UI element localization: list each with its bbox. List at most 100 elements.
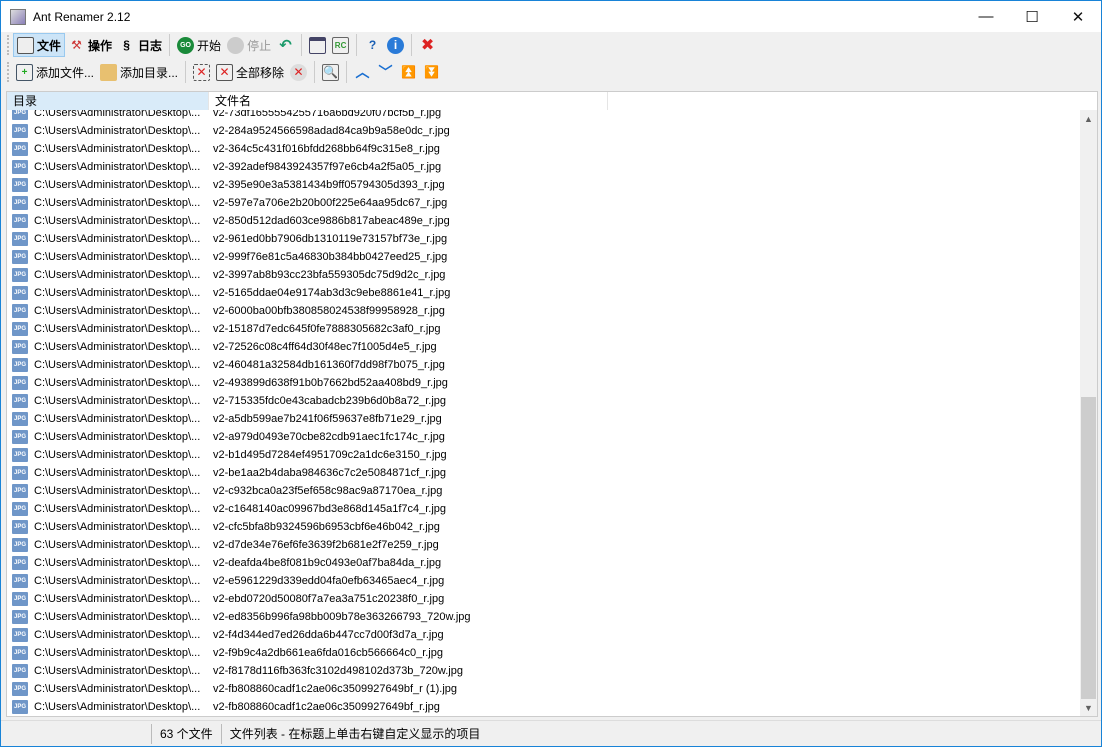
file-row[interactable]: JPG C:\Users\Administrator\Desktop\... v2-… [7, 536, 1081, 554]
file-row[interactable]: JPG C:\Users\Administrator\Desktop\... v2-… [7, 212, 1081, 230]
move-bottom-button[interactable]: ⏬ [420, 60, 443, 84]
remove-dead-button[interactable]: ✕ [287, 60, 310, 84]
file-row[interactable]: JPG C:\Users\Administrator\Desktop\... v2-… [7, 446, 1081, 464]
filename-cell: v2-f8178d116fb363fc3102d498102d373b_720w… [213, 665, 463, 677]
column-header-directory[interactable]: 目录 [7, 92, 209, 110]
file-row[interactable]: JPG C:\Users\Administrator\Desktop\... v2-… [7, 590, 1081, 608]
directory-cell: C:\Users\Administrator\Desktop\... [34, 701, 201, 713]
filename-cell: v2-284a9524566598adad84ca9b9a58e0dc_r.jp… [213, 125, 450, 137]
separator [314, 61, 316, 83]
file-row[interactable]: JPG C:\Users\Administrator\Desktop\... v2-… [7, 266, 1081, 284]
add-files-button[interactable]: + 添加文件... [13, 60, 97, 84]
move-up-button[interactable]: ︿ [351, 60, 374, 84]
move-top-button[interactable]: ⏫ [397, 60, 420, 84]
separator [411, 34, 413, 56]
jpg-file-icon: JPG [12, 700, 28, 714]
file-row[interactable]: JPG C:\Users\Administrator\Desktop\... v2-… [7, 392, 1081, 410]
file-row[interactable]: JPG C:\Users\Administrator\Desktop\... v2-… [7, 500, 1081, 518]
file-row[interactable]: JPG C:\Users\Administrator\Desktop\... v2-… [7, 374, 1081, 392]
file-row[interactable]: JPG C:\Users\Administrator\Desktop\... v2-… [7, 410, 1081, 428]
undo-button[interactable]: ↶ [274, 33, 297, 57]
file-row[interactable]: JPG C:\Users\Administrator\Desktop\... v2-… [7, 140, 1081, 158]
window-button[interactable] [306, 33, 329, 57]
separator [346, 61, 348, 83]
file-row[interactable]: JPG C:\Users\Administrator\Desktop\... v2-… [7, 158, 1081, 176]
filename-cell: v2-a979d0493e70cbe82cdb91aec1fc174c_r.jp… [213, 431, 445, 443]
actions-label: 操作 [88, 38, 113, 53]
start-button[interactable]: GO 开始 [174, 33, 224, 57]
maximize-button[interactable]: ☐ [1009, 1, 1055, 32]
close-button[interactable]: ✕ [1055, 1, 1101, 32]
move-down-button[interactable]: ﹀ [374, 60, 397, 84]
file-row[interactable]: JPG C:\Users\Administrator\Desktop\... v2-… [7, 176, 1081, 194]
folder-icon [100, 63, 118, 81]
search-button[interactable]: 🔍 [319, 60, 342, 84]
file-row[interactable]: JPG C:\Users\Administrator\Desktop\... v2-… [7, 194, 1081, 212]
directory-cell: C:\Users\Administrator\Desktop\... [34, 521, 201, 533]
scroll-thumb[interactable] [1081, 397, 1096, 699]
column-header-filename[interactable]: 文件名 [209, 92, 608, 110]
add-files-label: 添加文件... [36, 65, 95, 80]
jpg-file-icon: JPG [12, 412, 28, 426]
file-row[interactable]: JPG C:\Users\Administrator\Desktop\... v2-… [7, 338, 1081, 356]
stop-label: 停止 [247, 38, 272, 53]
file-row[interactable]: JPG C:\Users\Administrator\Desktop\... v2-… [7, 644, 1081, 662]
directory-cell: C:\Users\Administrator\Desktop\... [34, 161, 201, 173]
file-row[interactable]: JPG C:\Users\Administrator\Desktop\... v2-… [7, 482, 1081, 500]
file-row[interactable]: JPG C:\Users\Administrator\Desktop\... v2-… [7, 554, 1081, 572]
jpg-file-icon: JPG [12, 394, 28, 408]
filename-cell: v2-72526c08c4ff64d30f48ec7f1005d4e5_r.jp… [213, 341, 437, 353]
directory-cell: C:\Users\Administrator\Desktop\... [34, 395, 201, 407]
add-folder-button[interactable]: 添加目录... [97, 60, 181, 84]
directory-cell: C:\Users\Administrator\Desktop\... [34, 503, 201, 515]
file-row[interactable]: JPG C:\Users\Administrator\Desktop\... v2-… [7, 518, 1081, 536]
file-row[interactable]: JPG C:\Users\Administrator\Desktop\... v2-… [7, 698, 1081, 716]
vertical-scrollbar[interactable]: ▲ ▼ [1080, 110, 1097, 716]
scroll-up-arrow[interactable]: ▲ [1080, 110, 1097, 127]
files-tab-button[interactable]: 文件 [13, 33, 66, 57]
directory-cell: C:\Users\Administrator\Desktop\... [34, 305, 201, 317]
scroll-down-arrow[interactable]: ▼ [1080, 699, 1097, 716]
directory-cell: C:\Users\Administrator\Desktop\... [34, 143, 201, 155]
file-row[interactable]: JPG C:\Users\Administrator\Desktop\... v2-… [7, 680, 1081, 698]
actions-tab-button[interactable]: ⚒ 操作 [65, 33, 115, 57]
directory-cell: C:\Users\Administrator\Desktop\... [34, 269, 201, 281]
file-count: 63 个文件 [151, 724, 221, 744]
filename-cell: v2-f9b9c4a2db661ea6fda016cb566664c0_r.jp… [213, 647, 443, 659]
separator [169, 34, 171, 56]
file-row[interactable]: JPG C:\Users\Administrator\Desktop\... v2-… [7, 464, 1081, 482]
toolbar-grip[interactable] [7, 35, 10, 55]
minimize-button[interactable]: — [963, 1, 1009, 32]
start-label: 开始 [197, 38, 222, 53]
file-row[interactable]: JPG C:\Users\Administrator\Desktop\... v2-… [7, 320, 1081, 338]
directory-cell: C:\Users\Administrator\Desktop\... [34, 449, 201, 461]
filename-cell: v2-597e7a706e2b20b00f225e64aa95dc67_r.jp… [213, 197, 448, 209]
file-row[interactable]: JPG C:\Users\Administrator\Desktop\... v2-… [7, 302, 1081, 320]
file-row[interactable]: JPG C:\Users\Administrator\Desktop\... v2-… [7, 572, 1081, 590]
file-row[interactable]: JPG C:\Users\Administrator\Desktop\... v2-… [7, 230, 1081, 248]
file-row[interactable]: JPG C:\Users\Administrator\Desktop\... v2-… [7, 356, 1081, 374]
file-list[interactable]: JPG C:\Users\Administrator\Desktop\... v2-… [6, 91, 1098, 717]
file-row[interactable]: JPG C:\Users\Administrator\Desktop\... v2-… [7, 662, 1081, 680]
file-row[interactable]: JPG C:\Users\Administrator\Desktop\... v2-… [7, 428, 1081, 446]
file-row[interactable]: JPG C:\Users\Administrator\Desktop\... v2-… [7, 626, 1081, 644]
help-button[interactable]: ? [361, 33, 384, 57]
about-button[interactable]: i [384, 33, 407, 57]
jpg-file-icon: JPG [12, 268, 28, 282]
stop-button[interactable]: 停止 [224, 33, 274, 57]
jpg-file-icon: JPG [12, 484, 28, 498]
filename-cell: v2-6000ba00bfb380858024538f99958928_r.jp… [213, 305, 445, 317]
file-row[interactable]: JPG C:\Users\Administrator\Desktop\... v2-… [7, 284, 1081, 302]
log-tab-button[interactable]: § 日志 [115, 33, 165, 57]
filename-cell: v2-15187d7edc645f0fe7888305682c3af0_r.jp… [213, 323, 441, 335]
preview-button[interactable]: RC [329, 33, 352, 57]
status-bar: 63 个文件 文件列表 - 在标题上单击右键自定义显示的项目 [1, 720, 1101, 747]
file-row[interactable]: JPG C:\Users\Administrator\Desktop\... v2-… [7, 608, 1081, 626]
exit-button[interactable]: ✖ [416, 33, 439, 57]
remove-selected-button[interactable]: ✕ [190, 60, 213, 84]
remove-all-button[interactable]: ✕ 全部移除 [213, 60, 287, 84]
file-row[interactable]: JPG C:\Users\Administrator\Desktop\... v2-… [7, 122, 1081, 140]
remove-selected-icon: ✕ [193, 63, 211, 81]
toolbar-grip[interactable] [7, 62, 10, 82]
file-row[interactable]: JPG C:\Users\Administrator\Desktop\... v2-… [7, 248, 1081, 266]
